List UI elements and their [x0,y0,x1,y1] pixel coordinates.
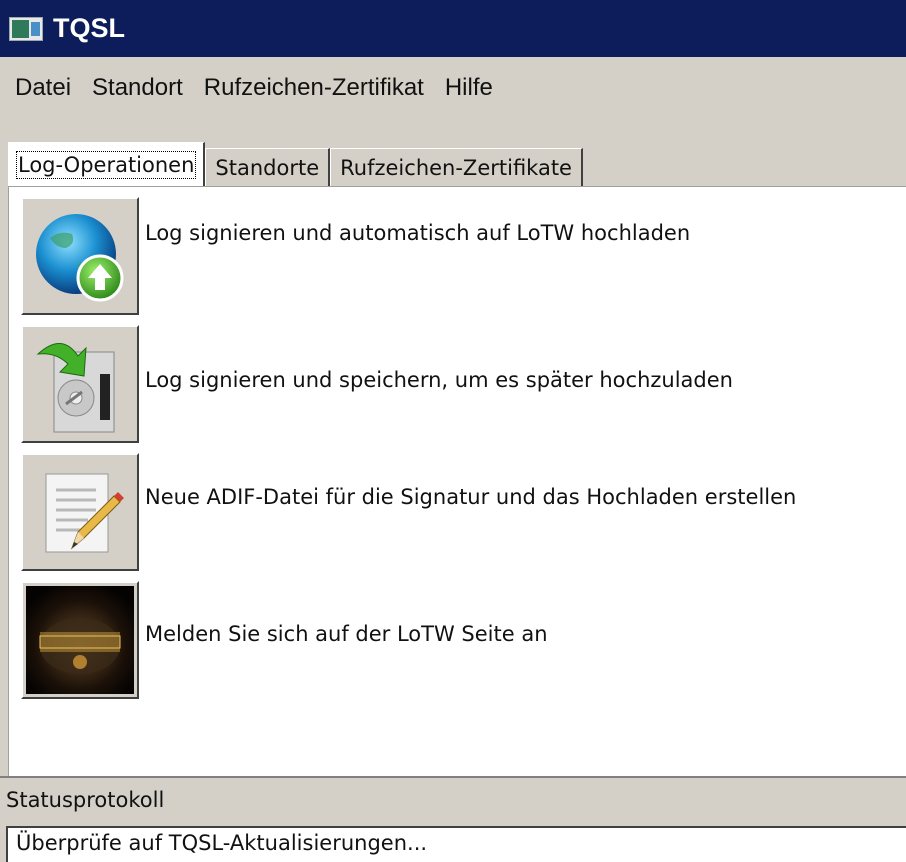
operation-row-lotw-login: Melden Sie sich auf der LoTW Seite an [21,581,548,699]
log-operations-page: Log signieren und automatisch auf LoTW h… [8,186,906,776]
globe-upload-icon [36,214,124,302]
menu-bar: Datei Standort Rufzeichen-Zertifikat Hil… [0,57,906,119]
edit-document-icon [45,473,124,553]
tab-standorte[interactable]: Standorte [205,148,331,186]
operation-label: Log signieren und automatisch auf LoTW h… [145,221,691,245]
save-to-disk-icon [36,343,115,433]
menu-hilfe[interactable]: Hilfe [433,74,493,102]
menu-standort[interactable]: Standort [80,74,183,102]
menu-datei[interactable]: Datei [15,74,71,102]
tab-strip: Log-Operationen Standorte Rufzeichen-Zer… [8,140,583,186]
operation-label: Neue ADIF-Datei für die Signatur und das… [145,485,797,509]
tab-log-operationen[interactable]: Log-Operationen [8,142,206,186]
operation-label: Melden Sie sich auf der LoTW Seite an [145,622,548,646]
sign-save-button[interactable] [21,325,139,443]
operation-row-new-adif: Neue ADIF-Datei für die Signatur und das… [21,453,796,571]
new-adif-button[interactable] [21,453,139,571]
tab-rufzeichen-zertifikate[interactable]: Rufzeichen-Zertifikate [330,148,583,186]
logbook-icon [26,586,134,694]
operation-row-upload: Log signieren und automatisch auf LoTW h… [21,197,690,315]
status-panel: Statusprotokoll Überprüfe auf TQSL-Aktua… [0,776,906,862]
tab-label: Rufzeichen-Zertifikate [340,155,572,180]
app-icon [9,16,43,41]
status-log-text: Überprüfe auf TQSL-Aktualisierungen... [16,831,428,855]
operation-label: Log signieren und speichern, um es späte… [145,368,733,392]
window-title: TQSL [53,13,125,43]
tab-label: Standorte [215,155,320,180]
notebook: Log-Operationen Standorte Rufzeichen-Zer… [8,140,906,780]
status-log[interactable]: Überprüfe auf TQSL-Aktualisierungen... [6,826,906,862]
menu-rufzeichen-zertifikat[interactable]: Rufzeichen-Zertifikat [192,74,424,102]
lotw-login-button[interactable] [21,581,139,699]
sign-upload-button[interactable] [21,197,139,315]
tab-label: Log-Operationen [15,150,197,179]
status-label: Statusprotokoll [6,788,165,812]
operation-row-save: Log signieren und speichern, um es späte… [21,325,733,443]
title-bar: TQSL [0,0,906,57]
